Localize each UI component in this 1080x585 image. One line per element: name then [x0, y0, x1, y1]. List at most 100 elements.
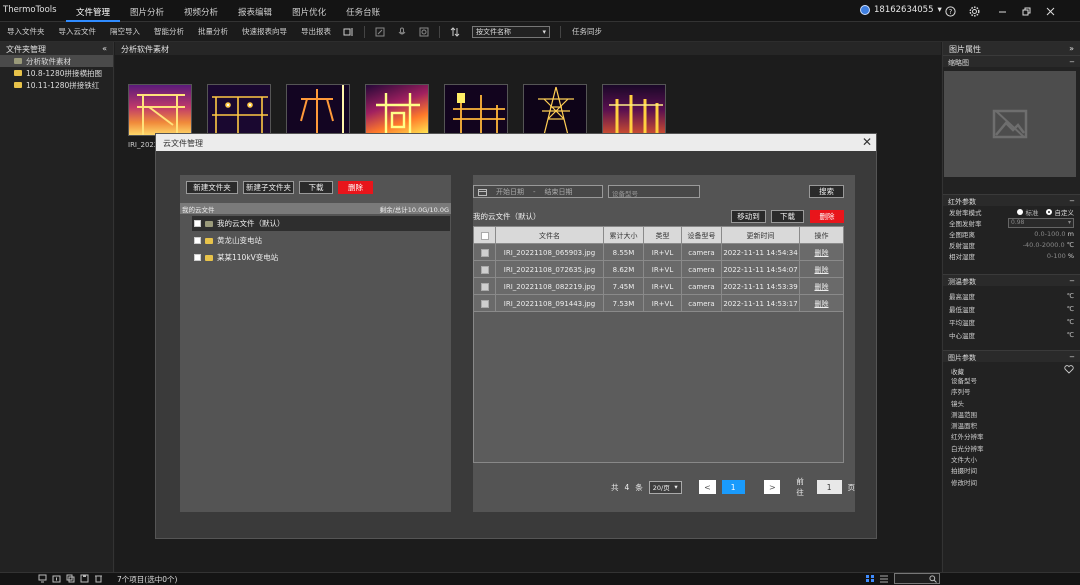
col-device[interactable]: 设备型号 [682, 227, 722, 244]
tree-node-110kv[interactable]: 某某110kV变电站 [192, 250, 450, 265]
select-all-checkbox[interactable] [480, 231, 489, 240]
tab-image-optimize[interactable]: 图片优化 [282, 0, 336, 22]
list-view-icon[interactable] [879, 574, 889, 585]
folder-item-material[interactable]: 分析软件素材 [0, 55, 113, 67]
emissivity-select[interactable]: 0.98 ▾ [1008, 217, 1074, 228]
radio-custom[interactable] [1045, 208, 1052, 215]
col-update-time[interactable]: 更新时间 [722, 227, 800, 244]
tree-node-default[interactable]: 我的云文件（默认） [192, 216, 450, 231]
thumbnail[interactable] [365, 84, 429, 136]
tab-file-management[interactable]: 文件管理 [66, 0, 121, 22]
collapse-icon[interactable]: − [1069, 353, 1075, 361]
row-checkbox[interactable] [480, 282, 489, 291]
search-button[interactable]: 搜索 [809, 185, 844, 198]
folder-item-panorama[interactable]: 10.8-1280拼接横拍图 [0, 67, 113, 79]
delete-button[interactable]: 删除 [338, 181, 373, 194]
import-folder-button[interactable]: 导入文件夹 [0, 26, 52, 37]
restore-icon[interactable] [1014, 4, 1038, 18]
radio-standard[interactable] [1016, 208, 1023, 215]
temp-params-header[interactable]: 测温参数 − [943, 274, 1080, 286]
row-delete-link[interactable]: 删除 [800, 295, 843, 312]
copy-icon[interactable] [66, 574, 75, 585]
table-row[interactable]: IRI_20221108_082219.jpg 7.45M IR+VL came… [474, 278, 843, 295]
smart-analysis-button[interactable]: 智能分析 [147, 26, 191, 37]
tree-checkbox[interactable] [194, 220, 201, 227]
collapse-icon[interactable]: − [1069, 197, 1075, 205]
save-icon[interactable] [80, 574, 89, 585]
row-checkbox[interactable] [480, 248, 489, 257]
minimize-icon[interactable] [990, 4, 1014, 18]
page-number-current[interactable]: 1 [721, 480, 745, 494]
monitor-icon[interactable] [38, 574, 47, 585]
new-subfolder-button[interactable]: 新建子文件夹 [243, 181, 294, 194]
grid-view-icon[interactable] [865, 574, 875, 585]
expand-icon[interactable]: » [1069, 44, 1074, 53]
report-wizard-button[interactable]: 快速报表向导 [235, 26, 294, 37]
tree-checkbox[interactable] [194, 237, 201, 244]
delete-files-button[interactable]: 删除 [810, 210, 844, 223]
move-to-button[interactable]: 移动到 [731, 210, 766, 223]
trash-icon[interactable] [94, 574, 103, 585]
prev-page-button[interactable]: < [699, 480, 716, 494]
tree-checkbox[interactable] [194, 254, 201, 261]
status-search-input[interactable] [894, 573, 940, 584]
device-model-input[interactable]: 设备型号 [608, 185, 700, 198]
pic-params-header[interactable]: 图片参数 − [943, 350, 1080, 362]
split-view-icon[interactable] [342, 26, 356, 38]
download-files-button[interactable]: 下载 [771, 210, 804, 223]
thumbnail[interactable] [128, 84, 192, 136]
thumbnail[interactable] [523, 84, 587, 136]
thumbnail-section-header[interactable]: 缩略图 − [943, 55, 1080, 67]
date-end[interactable]: 结束日期 [545, 187, 573, 197]
table-row[interactable]: IRI_20221108_072635.jpg 8.62M IR+VL came… [474, 261, 843, 278]
heart-icon[interactable] [1064, 365, 1074, 376]
date-start[interactable]: 开始日期 [496, 187, 524, 197]
close-icon[interactable] [1038, 4, 1062, 18]
goto-page-input[interactable]: 1 [816, 480, 842, 494]
sort-select[interactable]: 按文件名称 ▾ [472, 25, 550, 38]
user-account[interactable]: 18162634055 ▾ [860, 5, 942, 15]
row-checkbox[interactable] [480, 299, 489, 308]
row-delete-link[interactable]: 删除 [800, 278, 843, 295]
new-folder-button[interactable]: 新建文件夹 [186, 181, 238, 194]
folder-add-icon[interactable] [52, 574, 61, 585]
help-icon[interactable]: ? [938, 4, 962, 18]
collapse-icon[interactable]: « [102, 44, 107, 53]
next-page-button[interactable]: > [764, 480, 781, 494]
export-report-button[interactable]: 导出报表 [294, 26, 338, 37]
page-size-select[interactable]: 20/页 ▾ [648, 480, 682, 494]
ir-params-header[interactable]: 红外参数 − [943, 194, 1080, 206]
collapse-icon[interactable]: − [1069, 277, 1075, 285]
date-range-input[interactable]: 开始日期 - 结束日期 [473, 185, 603, 198]
col-type[interactable]: 类型 [644, 227, 682, 244]
task-sync-button[interactable]: 任务同步 [565, 26, 609, 37]
row-checkbox[interactable] [480, 265, 489, 274]
thumbnail[interactable] [207, 84, 271, 136]
thumbnail[interactable] [444, 84, 508, 136]
thumbnail[interactable] [286, 84, 350, 136]
tab-task-ledger[interactable]: 任务台账 [336, 0, 390, 22]
batch-analysis-button[interactable]: 批量分析 [191, 26, 235, 37]
tab-report-edit[interactable]: 报表编辑 [228, 0, 282, 22]
tab-video-analysis[interactable]: 视频分析 [174, 0, 228, 22]
thumbnail[interactable] [602, 84, 666, 136]
sort-icon[interactable] [448, 26, 462, 38]
row-delete-link[interactable]: 删除 [800, 244, 843, 261]
col-filename[interactable]: 文件名 [496, 227, 604, 244]
table-row[interactable]: IRI_20221108_091443.jpg 7.53M IR+VL came… [474, 295, 843, 312]
collapse-icon[interactable]: − [1069, 58, 1075, 66]
col-size[interactable]: 累计大小 [604, 227, 644, 244]
tree-node-huanglongshan[interactable]: 黄龙山变电站 [192, 233, 450, 248]
gear-icon[interactable] [962, 4, 986, 18]
microphone-icon[interactable] [395, 26, 409, 38]
table-row[interactable]: IRI_20221108_065903.jpg 8.55M IR+VL came… [474, 244, 843, 261]
close-icon[interactable]: ✕ [862, 135, 872, 149]
image-icon[interactable] [417, 26, 431, 38]
row-delete-link[interactable]: 删除 [800, 261, 843, 278]
tab-image-analysis[interactable]: 图片分析 [120, 0, 174, 22]
edit-icon[interactable] [373, 26, 387, 38]
download-button[interactable]: 下载 [299, 181, 333, 194]
import-cloud-button[interactable]: 导入云文件 [52, 26, 104, 37]
folder-item-iron-red[interactable]: 10.11-1280拼接铁红 [0, 79, 113, 91]
air-import-button[interactable]: 隔空导入 [103, 26, 147, 37]
